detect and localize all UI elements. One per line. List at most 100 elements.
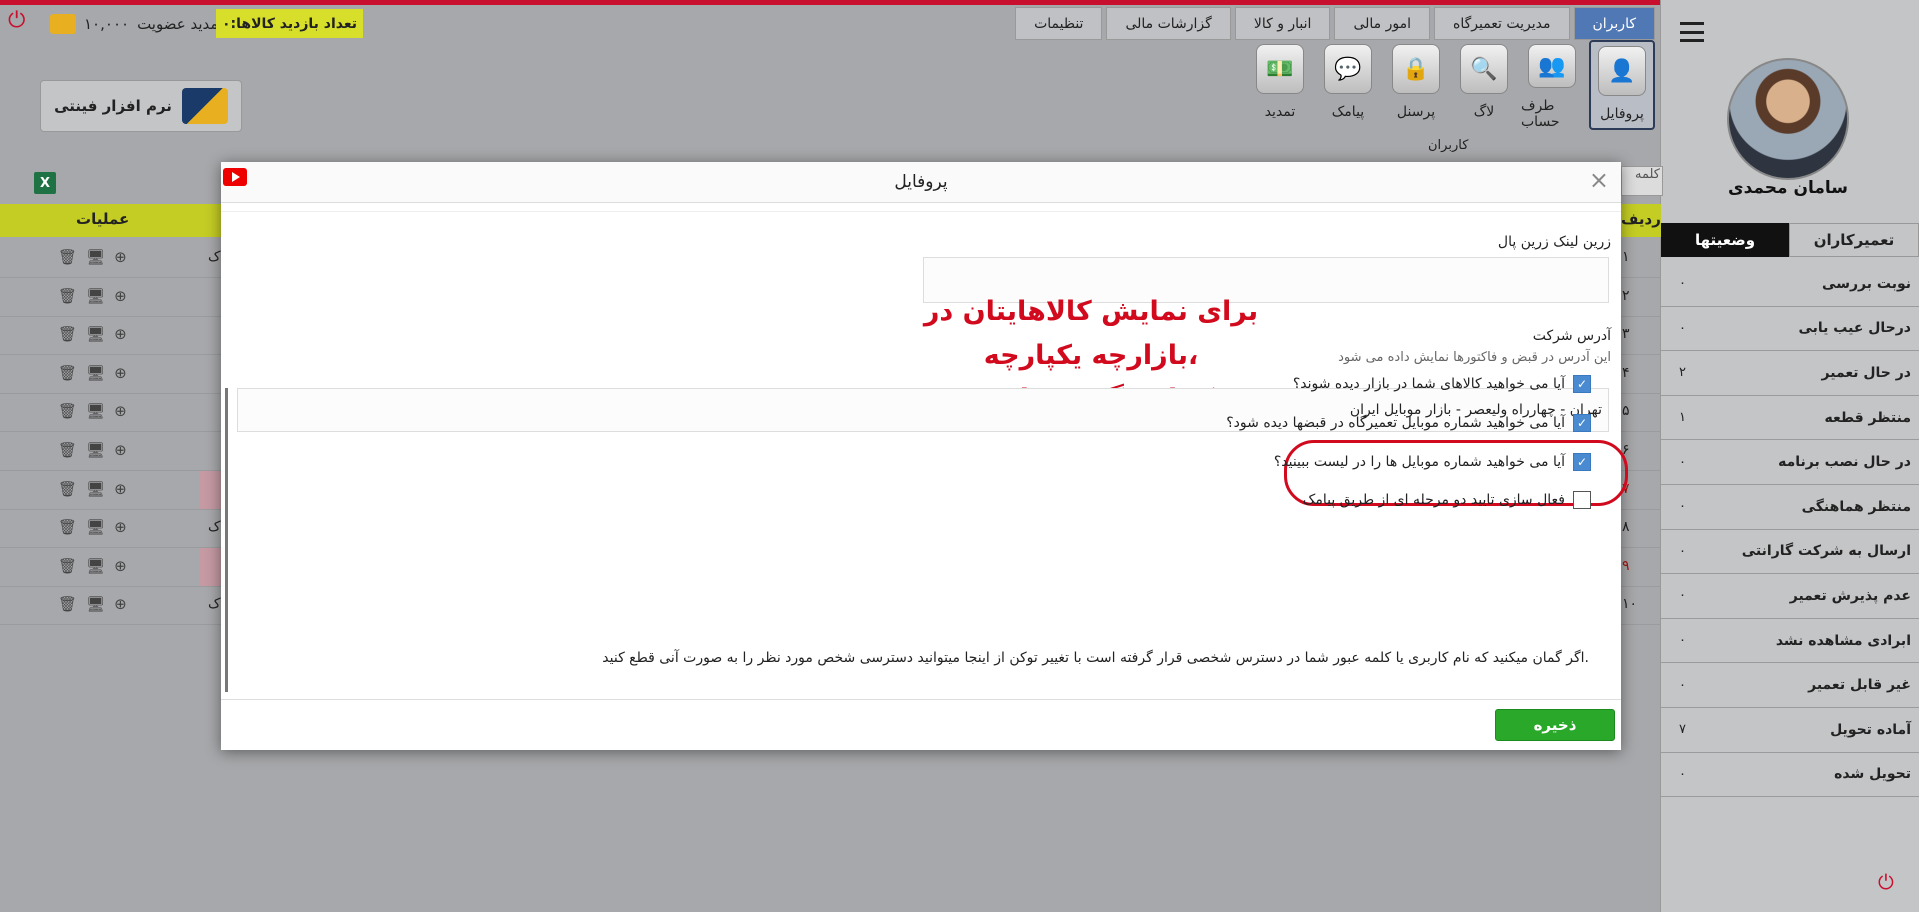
logout-icon[interactable]: ⏻ bbox=[8, 8, 25, 33]
add-circle-icon[interactable]: ⊕ bbox=[114, 248, 127, 266]
sms-icon: 💬 bbox=[1324, 44, 1372, 94]
delete-icon[interactable]: 🗑 bbox=[58, 557, 77, 575]
row-actions: 🗑 🖥 ⊕ bbox=[58, 518, 127, 536]
status-row[interactable]: غیر قابل تعمیر ۰ bbox=[1661, 663, 1919, 708]
status-count: ۰ bbox=[1679, 588, 1686, 604]
tool-label: طرف حساب bbox=[1521, 98, 1560, 130]
monitor-icon[interactable]: 🖥 bbox=[86, 595, 105, 613]
market-visibility-checkbox[interactable]: ✓ آیا می خواهید کالاهای شما در بازار دید… bbox=[1293, 372, 1591, 396]
delete-icon[interactable]: 🗑 bbox=[58, 325, 77, 343]
logo-mark-icon bbox=[181, 88, 228, 124]
nav-repair-management[interactable]: مدیریت تعمیرگاه bbox=[1433, 7, 1570, 40]
status-row[interactable]: ابرادی مشاهده نشد ۰ bbox=[1661, 619, 1919, 664]
status-row[interactable]: منتظر هماهنگی ۰ bbox=[1661, 485, 1919, 530]
add-circle-icon[interactable]: ⊕ bbox=[114, 480, 127, 498]
tab-repairmen[interactable]: تعمیرکاران bbox=[1789, 223, 1919, 257]
nav-settings[interactable]: تنظیمات bbox=[1015, 7, 1103, 40]
receipt-phone-checkbox[interactable]: ✓ آیا می خواهید شماره موبایل تعمیرگاه در… bbox=[1226, 411, 1591, 435]
monitor-icon[interactable]: 🖥 bbox=[86, 402, 105, 420]
delete-icon[interactable]: 🗑 bbox=[58, 402, 77, 420]
monitor-icon[interactable]: 🖥 bbox=[86, 480, 105, 498]
status-row[interactable]: منتظر قطعه ۱ bbox=[1661, 396, 1919, 441]
delete-icon[interactable]: 🗑 bbox=[58, 595, 77, 613]
add-circle-icon[interactable]: ⊕ bbox=[114, 364, 127, 382]
delete-icon[interactable]: 🗑 bbox=[58, 441, 77, 459]
checkbox-label: آیا می خواهید شماره موبایل ها را در لیست… bbox=[1273, 454, 1565, 470]
checkbox-checked-icon[interactable]: ✓ bbox=[1573, 453, 1591, 471]
row-index: ۹ bbox=[1622, 557, 1630, 574]
row-actions: 🗑 🖥 ⊕ bbox=[58, 480, 127, 498]
sms-button[interactable]: 💬 پیامک bbox=[1317, 40, 1379, 130]
excel-export-icon[interactable]: X bbox=[34, 172, 56, 194]
avatar[interactable] bbox=[1727, 58, 1849, 180]
list-phone-checkbox[interactable]: ✓ آیا می خواهید شماره موبایل ها را در لی… bbox=[1274, 450, 1591, 474]
logo-text: نرم افزار فینتی bbox=[54, 97, 172, 115]
row-index: ۵ bbox=[1622, 403, 1630, 420]
monitor-icon[interactable]: 🖥 bbox=[86, 364, 105, 382]
monitor-icon[interactable]: 🖥 bbox=[86, 557, 105, 575]
search-input[interactable]: کلمه bbox=[1621, 166, 1663, 196]
tool-label: پروفایل bbox=[1600, 106, 1644, 122]
delete-icon[interactable]: 🗑 bbox=[58, 518, 77, 536]
monitor-icon[interactable]: 🖥 bbox=[86, 325, 105, 343]
status-row[interactable]: آماده تحویل ۷ bbox=[1661, 708, 1919, 753]
status-row[interactable]: نوبت بررسی ۰ bbox=[1661, 262, 1919, 307]
tool-label: پیامک bbox=[1331, 104, 1365, 120]
row-index: ۴ bbox=[1622, 364, 1630, 381]
account-party-button[interactable]: 👥 طرف حساب bbox=[1521, 40, 1583, 130]
close-icon[interactable]: × bbox=[1589, 166, 1609, 194]
add-circle-icon[interactable]: ⊕ bbox=[114, 595, 127, 613]
status-row[interactable]: در حال تعمیر ۲ bbox=[1661, 351, 1919, 396]
status-row[interactable]: تحویل شده ۰ bbox=[1661, 753, 1919, 798]
profile-button[interactable]: 👤 پروفایل bbox=[1589, 40, 1655, 130]
status-row[interactable]: عدم پذیرش تعمیر ۰ bbox=[1661, 574, 1919, 619]
two-factor-checkbox[interactable]: فعال سازی تایید دو مرحله ای از طریق پیام… bbox=[1303, 488, 1591, 512]
status-count: ۰ bbox=[1679, 454, 1686, 470]
checkbox-checked-icon[interactable]: ✓ bbox=[1573, 375, 1591, 393]
checkbox-checked-icon[interactable]: ✓ bbox=[1573, 414, 1591, 432]
personnel-button[interactable]: 🔒 پرسنل bbox=[1385, 40, 1447, 130]
monitor-icon[interactable]: 🖥 bbox=[86, 287, 105, 305]
add-circle-icon[interactable]: ⊕ bbox=[114, 287, 127, 305]
monitor-icon[interactable]: 🖥 bbox=[86, 248, 105, 266]
status-label: در حال نصب برنامه bbox=[1778, 454, 1911, 471]
nav-finance[interactable]: امور مالی bbox=[1334, 7, 1430, 40]
row-index: ۸ bbox=[1622, 519, 1630, 536]
delete-icon[interactable]: 🗑 bbox=[58, 480, 77, 498]
renew-button[interactable]: 💵 تمدید bbox=[1249, 40, 1311, 130]
status-label: ابرادی مشاهده نشد bbox=[1775, 632, 1911, 649]
power-icon[interactable]: ⏻ bbox=[1878, 870, 1900, 894]
nav-warehouse[interactable]: انبار و کالا bbox=[1234, 7, 1331, 40]
add-circle-icon[interactable]: ⊕ bbox=[114, 325, 127, 343]
nav-financial-reports[interactable]: گزارشات مالی bbox=[1106, 7, 1231, 40]
address-hint: این آدرس در قبض و فاکتورها نمایش داده می… bbox=[1338, 350, 1611, 365]
user-icon: 👤 bbox=[1598, 46, 1646, 96]
add-circle-icon[interactable]: ⊕ bbox=[114, 441, 127, 459]
add-circle-icon[interactable]: ⊕ bbox=[114, 557, 127, 575]
membership-renewal[interactable]: ۱۰,۰۰۰ تمدید عضویت bbox=[50, 10, 223, 38]
status-row[interactable]: در حال نصب برنامه ۰ bbox=[1661, 440, 1919, 485]
row-actions: 🗑 🖥 ⊕ bbox=[58, 248, 127, 266]
log-button[interactable]: 🔍 لاگ bbox=[1453, 40, 1515, 130]
monitor-icon[interactable]: 🖥 bbox=[86, 441, 105, 459]
status-label: ارسال به شرکت گارانتی bbox=[1741, 543, 1911, 560]
delete-icon[interactable]: 🗑 bbox=[58, 248, 77, 266]
row-actions: 🗑 🖥 ⊕ bbox=[58, 441, 127, 459]
status-row[interactable]: ارسال به شرکت گارانتی ۰ bbox=[1661, 530, 1919, 575]
status-row[interactable]: درحال عیب یابی ۰ bbox=[1661, 307, 1919, 352]
tab-statuses[interactable]: وضعیتها bbox=[1661, 223, 1789, 257]
hamburger-menu-icon[interactable] bbox=[1680, 22, 1704, 42]
delete-icon[interactable]: 🗑 bbox=[58, 364, 77, 382]
save-button[interactable]: ذخیره bbox=[1495, 709, 1615, 741]
status-count: ۲ bbox=[1679, 365, 1686, 381]
delete-icon[interactable]: 🗑 bbox=[58, 287, 77, 305]
status-count: ۷ bbox=[1679, 722, 1686, 738]
add-circle-icon[interactable]: ⊕ bbox=[114, 402, 127, 420]
monitor-icon[interactable]: 🖥 bbox=[86, 518, 105, 536]
add-circle-icon[interactable]: ⊕ bbox=[114, 518, 127, 536]
checkbox-unchecked-icon[interactable] bbox=[1573, 491, 1591, 509]
status-label: عدم پذیرش تعمیر bbox=[1789, 587, 1911, 604]
nav-users[interactable]: کاربران bbox=[1573, 7, 1655, 40]
tool-label: لاگ bbox=[1473, 104, 1495, 120]
scrollbar[interactable] bbox=[225, 388, 228, 692]
